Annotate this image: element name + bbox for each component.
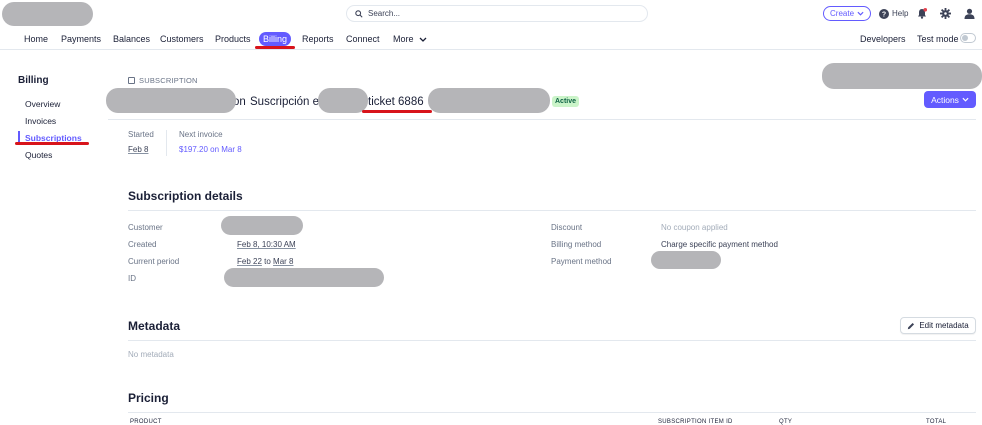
help-label: Help xyxy=(892,9,909,18)
redacted-subscription-id xyxy=(224,268,384,287)
edit-metadata-button[interactable]: Edit metadata xyxy=(900,317,976,334)
payment-method-label: Payment method xyxy=(551,257,612,266)
summary-divider xyxy=(166,130,167,156)
gear-icon xyxy=(940,8,951,19)
billing-method-label: Billing method xyxy=(551,240,602,249)
notifications-button[interactable] xyxy=(917,6,927,21)
created-label: Created xyxy=(128,240,157,249)
pricing-column-qty: QTY xyxy=(779,419,793,425)
help-icon: ? xyxy=(879,8,889,19)
redacted-customer xyxy=(221,216,303,235)
period-to: to xyxy=(264,257,271,266)
pricing-column-item-id: SUBSCRIPTION ITEM ID xyxy=(658,419,733,425)
nav-item-products[interactable]: Products xyxy=(215,32,251,46)
chevron-down-icon xyxy=(857,11,864,16)
started-value[interactable]: Feb 8 xyxy=(128,145,148,154)
pricing-column-total: TOTAL xyxy=(926,419,947,425)
metadata-divider xyxy=(128,340,976,341)
sidebar-item-overview[interactable]: Overview xyxy=(25,99,60,109)
next-invoice-link[interactable]: $197.20 on Mar 8 xyxy=(179,145,242,154)
pencil-icon xyxy=(908,322,915,329)
search-placeholder: Search... xyxy=(368,9,401,18)
annotation-underline-billing xyxy=(255,46,295,49)
edit-metadata-label: Edit metadata xyxy=(919,321,969,330)
pricing-divider xyxy=(128,412,976,413)
create-label: Create xyxy=(830,9,855,18)
breadcrumb-label: SUBSCRIPTION xyxy=(139,76,198,85)
main-nav: Home Payments Balances Customers Product… xyxy=(0,28,982,50)
pricing-column-product: PRODUCT xyxy=(130,419,162,425)
metadata-empty-text: No metadata xyxy=(128,350,174,359)
sidebar-item-quotes[interactable]: Quotes xyxy=(25,150,52,160)
next-invoice-label: Next invoice xyxy=(179,130,223,139)
page-title-ticket: ticket 6886 xyxy=(368,96,424,108)
test-mode-toggle[interactable] xyxy=(960,33,976,43)
nav-item-billing[interactable]: Billing xyxy=(259,32,292,46)
status-badge: Active xyxy=(552,96,580,107)
nav-item-reports[interactable]: Reports xyxy=(302,32,334,46)
discount-label: Discount xyxy=(551,223,583,232)
redacted-payment-method xyxy=(651,251,721,269)
redacted-title-part xyxy=(106,88,236,113)
redacted-title-part xyxy=(428,88,550,113)
current-period-label: Current period xyxy=(128,257,180,266)
nav-item-developers[interactable]: Developers xyxy=(860,32,906,46)
subscription-details-title: Subscription details xyxy=(128,189,243,203)
current-period-value: Feb 22 to Mar 8 xyxy=(237,257,294,266)
user-icon xyxy=(964,8,975,19)
customer-label: Customer xyxy=(128,223,163,232)
annotation-underline-subscriptions xyxy=(15,142,89,145)
header-divider xyxy=(108,119,976,120)
search-icon xyxy=(355,9,363,18)
redacted-account-name xyxy=(2,2,93,26)
chevron-down-icon xyxy=(962,97,969,102)
sidebar-item-invoices[interactable]: Invoices xyxy=(25,116,56,126)
breadcrumb: SUBSCRIPTION xyxy=(128,76,198,85)
actions-label: Actions xyxy=(931,94,959,105)
details-divider xyxy=(128,210,976,211)
sidebar-title: Billing xyxy=(18,75,49,86)
nav-item-customers[interactable]: Customers xyxy=(160,32,204,46)
create-button[interactable]: Create xyxy=(823,6,872,21)
chevron-down-icon xyxy=(419,37,427,42)
redacted-title-part xyxy=(318,88,368,113)
nav-item-payments[interactable]: Payments xyxy=(61,32,101,46)
bell-icon xyxy=(918,8,927,19)
annotation-underline-ticket xyxy=(362,110,432,113)
redacted-customer-name-header xyxy=(822,63,982,89)
nav-more-label: More xyxy=(393,34,414,44)
period-start: Feb 22 xyxy=(237,257,262,266)
actions-button[interactable]: Actions xyxy=(924,91,976,108)
period-end: Mar 8 xyxy=(273,257,294,266)
settings-button[interactable] xyxy=(940,6,951,21)
discount-value: No coupon applied xyxy=(661,223,728,232)
id-label: ID xyxy=(128,274,136,283)
billing-method-value: Charge specific payment method xyxy=(661,240,778,249)
account-button[interactable] xyxy=(964,6,975,21)
started-label: Started xyxy=(128,130,154,139)
metadata-title: Metadata xyxy=(128,319,181,333)
nav-item-more[interactable]: More xyxy=(393,32,427,46)
nav-item-connect[interactable]: Connect xyxy=(346,32,380,46)
top-bar: Search... Create ? Help xyxy=(0,0,982,27)
page-title-part: Suscripción e xyxy=(250,96,320,108)
nav-item-balances[interactable]: Balances xyxy=(113,32,150,46)
search-input[interactable]: Search... xyxy=(346,5,648,22)
nav-item-home[interactable]: Home xyxy=(24,32,48,46)
help-button[interactable]: ? Help xyxy=(879,6,908,21)
pricing-title: Pricing xyxy=(128,391,169,405)
created-value: Feb 8, 10:30 AM xyxy=(237,240,296,249)
subscription-icon xyxy=(128,77,135,84)
svg-text:?: ? xyxy=(882,11,886,18)
test-mode-label: Test mode xyxy=(917,34,959,44)
